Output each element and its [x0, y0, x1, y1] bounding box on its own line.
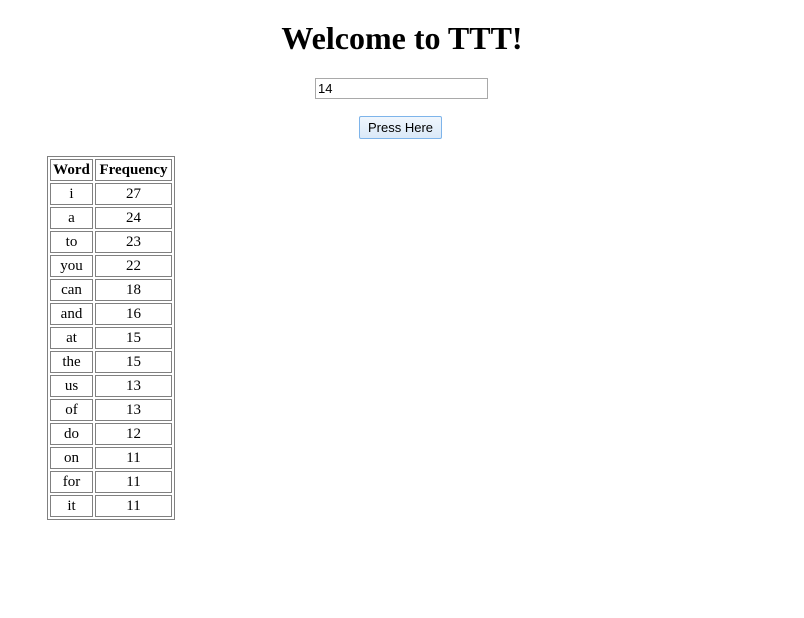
frequency-cell: 12 — [95, 423, 172, 445]
table-row: i 27 — [50, 183, 172, 205]
page: Welcome to TTT! Press Here Word Frequenc… — [0, 0, 804, 618]
frequency-cell: 24 — [95, 207, 172, 229]
frequency-cell: 15 — [95, 351, 172, 373]
frequency-cell: 11 — [95, 471, 172, 493]
table-row: us 13 — [50, 375, 172, 397]
frequency-cell: 15 — [95, 327, 172, 349]
table-row: for 11 — [50, 471, 172, 493]
word-cell: and — [50, 303, 93, 325]
word-cell: you — [50, 255, 93, 277]
frequency-cell: 13 — [95, 375, 172, 397]
word-cell: do — [50, 423, 93, 445]
word-cell: us — [50, 375, 93, 397]
frequency-cell: 23 — [95, 231, 172, 253]
frequency-cell: 16 — [95, 303, 172, 325]
frequency-cell: 11 — [95, 447, 172, 469]
word-cell: i — [50, 183, 93, 205]
column-header-frequency: Frequency — [95, 159, 172, 181]
frequency-cell: 27 — [95, 183, 172, 205]
word-cell: to — [50, 231, 93, 253]
word-cell: can — [50, 279, 93, 301]
frequency-cell: 11 — [95, 495, 172, 517]
press-here-button[interactable]: Press Here — [359, 116, 442, 139]
table-row: and 16 — [50, 303, 172, 325]
word-cell: of — [50, 399, 93, 421]
table-row: the 15 — [50, 351, 172, 373]
table-row: a 24 — [50, 207, 172, 229]
number-input[interactable] — [315, 78, 488, 99]
word-cell: it — [50, 495, 93, 517]
page-title: Welcome to TTT! — [281, 20, 523, 56]
table-row: do 12 — [50, 423, 172, 445]
word-cell: for — [50, 471, 93, 493]
table-row: of 13 — [50, 399, 172, 421]
frequency-cell: 18 — [95, 279, 172, 301]
table-row: it 11 — [50, 495, 172, 517]
table-row: to 23 — [50, 231, 172, 253]
column-header-word: Word — [50, 159, 93, 181]
word-cell: on — [50, 447, 93, 469]
frequency-table: Word Frequency i 27 a 24 to 23 you 22 ca — [47, 156, 175, 520]
table-row: you 22 — [50, 255, 172, 277]
table-row: can 18 — [50, 279, 172, 301]
word-cell: at — [50, 327, 93, 349]
table-row: at 15 — [50, 327, 172, 349]
table-row: on 11 — [50, 447, 172, 469]
word-cell: a — [50, 207, 93, 229]
word-cell: the — [50, 351, 93, 373]
table-header-row: Word Frequency — [50, 159, 172, 181]
frequency-cell: 22 — [95, 255, 172, 277]
frequency-cell: 13 — [95, 399, 172, 421]
